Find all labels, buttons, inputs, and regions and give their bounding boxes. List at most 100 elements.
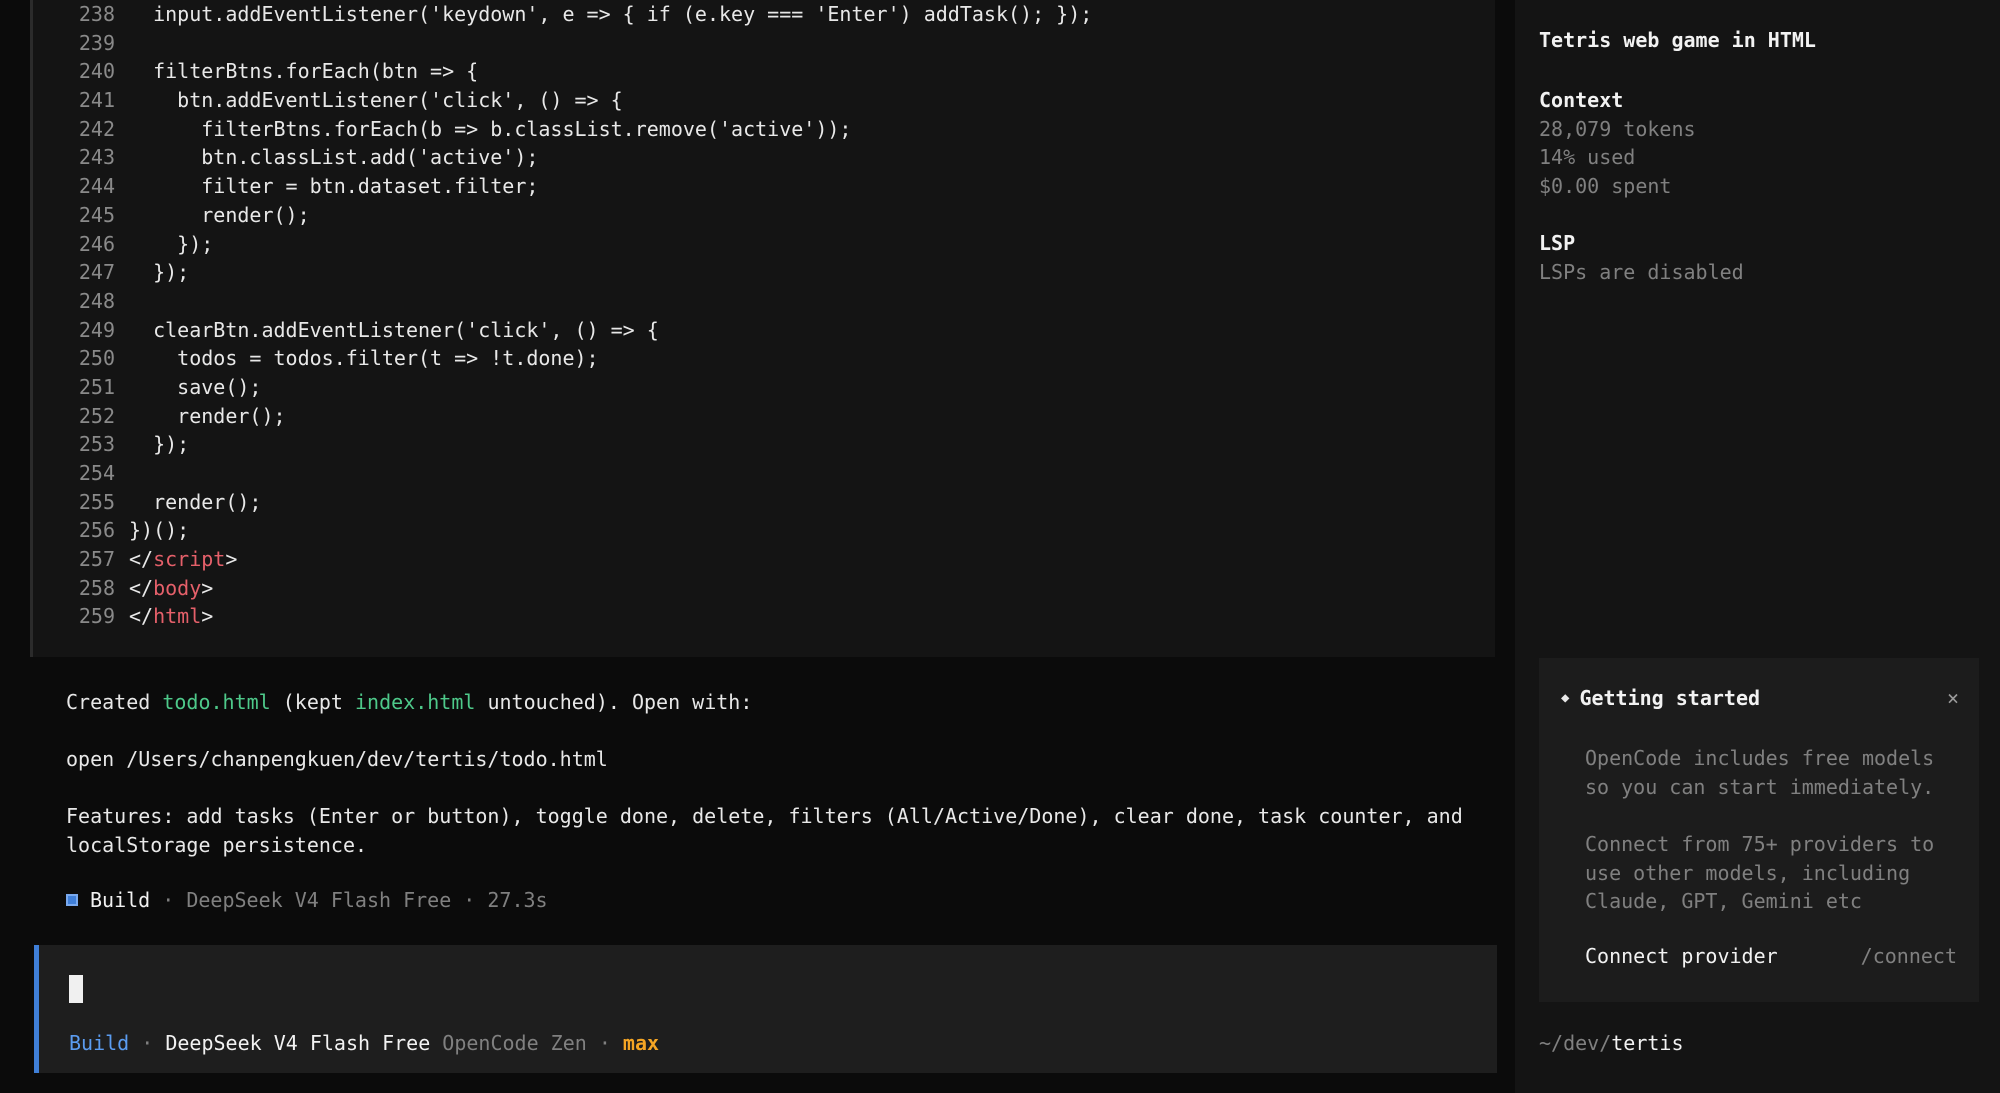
context-heading: Context bbox=[1539, 88, 1624, 112]
code-line: 250 todos = todos.filter(t => !t.done); bbox=[33, 344, 1495, 373]
line-number: 251 bbox=[78, 374, 115, 399]
build-status: Build · DeepSeek V4 Flash Free · 27.3s bbox=[66, 888, 548, 912]
code-line: 256 })(); bbox=[33, 516, 1495, 545]
main-panel: 238 input.addEventListener('keydown', e … bbox=[0, 0, 1515, 1093]
build-square-icon bbox=[66, 894, 78, 906]
line-number: 254 bbox=[78, 461, 115, 485]
code-text: btn.addEventListener('click', () => { bbox=[129, 88, 623, 113]
code-text: input.addEventListener('keydown', e => {… bbox=[129, 2, 1093, 26]
code-text: render(); bbox=[129, 403, 286, 428]
code-line: 258 </body> bbox=[33, 574, 1495, 603]
code-line: 246 }); bbox=[33, 230, 1495, 259]
context-tokens: 28,079 tokens bbox=[1539, 116, 1696, 141]
kept-file-link[interactable]: index.html bbox=[355, 690, 475, 714]
code-line: 253 }); bbox=[33, 430, 1495, 459]
code-line: 240 filterBtns.forEach(btn => { bbox=[33, 57, 1495, 86]
code-text: render(); bbox=[129, 202, 310, 227]
getting-started-text-2: Connect from 75+ providers to use other … bbox=[1585, 832, 1935, 914]
prompt-model[interactable]: DeepSeek V4 Flash Free bbox=[165, 1031, 430, 1055]
prompt-provider: OpenCode Zen bbox=[430, 1031, 587, 1055]
code-text: filter = btn.dataset.filter; bbox=[129, 174, 539, 199]
created-message: Created todo.html (kept index.html untou… bbox=[66, 690, 753, 714]
html-tag-name: body bbox=[153, 575, 202, 600]
context-spent: $0.00 spent bbox=[1539, 174, 1672, 199]
lsp-status: LSPs are disabled bbox=[1539, 259, 1744, 284]
getting-started-title: Getting started bbox=[1579, 686, 1761, 710]
context-section: Context 28,079 tokens 14% used $0.00 spe… bbox=[1539, 86, 1696, 201]
code-line: 243 btn.classList.add('active'); bbox=[33, 143, 1495, 172]
line-number: 242 bbox=[78, 116, 115, 141]
code-line: 252 render(); bbox=[33, 402, 1495, 431]
line-number: 238 bbox=[78, 2, 115, 26]
code-line: 249 clearBtn.addEventListener('click', (… bbox=[33, 316, 1495, 345]
line-number: 243 bbox=[78, 145, 115, 170]
code-line: 238 input.addEventListener('keydown', e … bbox=[33, 0, 1495, 29]
open-command: open /Users/chanpengkuen/dev/tertis/todo… bbox=[66, 747, 608, 771]
build-mode: Build bbox=[90, 888, 151, 912]
line-number: 246 bbox=[78, 231, 115, 256]
prompt-status: Build · DeepSeek V4 Flash Free OpenCode … bbox=[69, 1031, 660, 1055]
code-text: }); bbox=[129, 260, 190, 285]
code-text: clearBtn.addEventListener('click', () =>… bbox=[129, 317, 659, 342]
diamond-icon: ◆ bbox=[1561, 690, 1570, 706]
code-text: save(); bbox=[129, 374, 262, 399]
line-number: 248 bbox=[78, 288, 115, 313]
line-number: 255 bbox=[78, 489, 115, 514]
code-line: 245 render(); bbox=[33, 201, 1495, 230]
code-line: 242 filterBtns.forEach(b => b.classList.… bbox=[33, 115, 1495, 144]
line-number: 252 bbox=[78, 403, 115, 428]
code-line: 254 bbox=[33, 459, 1495, 488]
line-number: 258 bbox=[78, 575, 115, 600]
code-text: btn.classList.add('active'); bbox=[129, 145, 539, 170]
created-file-link[interactable]: todo.html bbox=[162, 690, 270, 714]
line-number: 250 bbox=[78, 346, 115, 371]
prompt-input[interactable]: Build · DeepSeek V4 Flash Free OpenCode … bbox=[34, 945, 1497, 1073]
line-number: 241 bbox=[78, 88, 115, 113]
session-title: Tetris web game in HTML bbox=[1539, 28, 1816, 52]
sidebar: Tetris web game in HTML Context 28,079 t… bbox=[1515, 0, 2000, 1093]
close-icon[interactable]: × bbox=[1947, 686, 1959, 710]
line-number: 244 bbox=[78, 174, 115, 199]
text-cursor bbox=[69, 975, 83, 1003]
connect-provider-button[interactable]: Connect provider bbox=[1585, 944, 1778, 968]
getting-started-text-1: OpenCode includes free models so you can… bbox=[1585, 746, 1935, 799]
build-model: DeepSeek V4 Flash Free bbox=[186, 888, 452, 912]
code-line: 248 bbox=[33, 287, 1495, 316]
line-number: 256 bbox=[78, 518, 115, 543]
line-number: 240 bbox=[78, 59, 115, 84]
prompt-mode[interactable]: Build bbox=[69, 1031, 129, 1055]
html-tag-name: script bbox=[153, 547, 226, 572]
line-number: 259 bbox=[78, 604, 115, 629]
code-text: todos = todos.filter(t => !t.done); bbox=[129, 346, 599, 371]
html-tag-name: html bbox=[153, 604, 202, 629]
code-line: 257 </script> bbox=[33, 545, 1495, 574]
code-line: 244 filter = btn.dataset.filter; bbox=[33, 172, 1495, 201]
connect-command-hint: /connect bbox=[1860, 944, 1957, 968]
code-block: 238 input.addEventListener('keydown', e … bbox=[30, 0, 1495, 657]
code-text: }); bbox=[129, 231, 214, 256]
code-line: 247 }); bbox=[33, 258, 1495, 287]
code-line: 239 bbox=[33, 29, 1495, 58]
working-directory-name: tertis bbox=[1611, 1031, 1684, 1055]
code-line: 251 save(); bbox=[33, 373, 1495, 402]
working-directory: ~/dev/tertis bbox=[1539, 1031, 1684, 1055]
code-text: render(); bbox=[129, 489, 262, 514]
code-line: 255 render(); bbox=[33, 488, 1495, 517]
line-number: 249 bbox=[78, 317, 115, 342]
features-text: Features: add tasks (Enter or button), t… bbox=[66, 804, 1463, 857]
getting-started-header: ◆ Getting started bbox=[1561, 686, 1760, 710]
lsp-section: LSP LSPs are disabled bbox=[1539, 229, 1744, 286]
build-duration: 27.3s bbox=[487, 888, 548, 912]
context-used: 14% used bbox=[1539, 145, 1636, 170]
code-line: 241 btn.addEventListener('click', () => … bbox=[33, 86, 1495, 115]
line-number: 239 bbox=[78, 30, 115, 55]
getting-started-card: ◆ Getting started × OpenCode includes fr… bbox=[1539, 658, 1979, 1002]
code-text: filterBtns.forEach(btn => { bbox=[129, 59, 479, 84]
lsp-heading: LSP bbox=[1539, 231, 1576, 255]
code-text: }); bbox=[129, 432, 190, 457]
code-text: filterBtns.forEach(b => b.classList.remo… bbox=[129, 116, 852, 141]
line-number: 247 bbox=[78, 260, 115, 285]
line-number: 245 bbox=[78, 202, 115, 227]
code-text: })(); bbox=[129, 518, 190, 543]
prompt-variant[interactable]: max bbox=[623, 1031, 659, 1055]
